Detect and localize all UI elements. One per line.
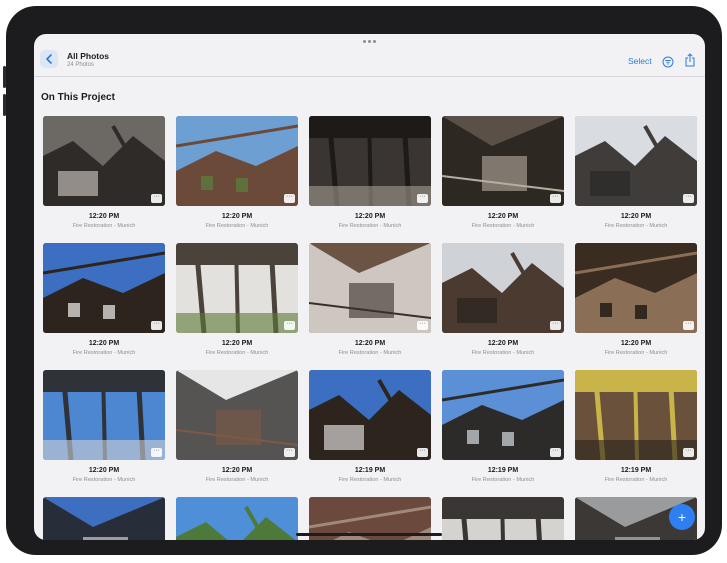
ipad-frame: All Photos 24 Photos Select On This Proj…: [3, 6, 722, 555]
photo-project: Fire Restoration - Munich: [471, 350, 535, 356]
photo-thumbnail[interactable]: ···: [176, 243, 298, 333]
photo-project: Fire Restoration - Munich: [72, 350, 136, 356]
photo-time: 12:20 PM: [487, 340, 519, 347]
more-options-icon[interactable]: ···: [683, 447, 694, 457]
photo-thumbnail[interactable]: ···: [176, 497, 298, 540]
photo-project: Fire Restoration - Munich: [205, 223, 269, 229]
photo-time: 12:19 PM: [354, 467, 386, 474]
photo-project: Fire Restoration - Munich: [471, 223, 535, 229]
more-options-icon[interactable]: ···: [550, 193, 561, 203]
photo-time: 12:19 PM: [487, 467, 519, 474]
home-indicator: [296, 533, 442, 536]
photo-thumbnail[interactable]: ···: [43, 116, 165, 206]
photo-project: Fire Restoration - Munich: [604, 477, 668, 483]
photo-thumbnail[interactable]: ···: [43, 243, 165, 333]
photo-time: 12:19 PM: [620, 467, 652, 474]
photo-project: Fire Restoration - Munich: [471, 477, 535, 483]
photo-time: 12:20 PM: [620, 213, 652, 220]
more-options-icon[interactable]: ···: [151, 447, 162, 457]
photo-project: Fire Restoration - Munich: [72, 477, 136, 483]
photo-project: Fire Restoration - Munich: [72, 223, 136, 229]
photo-thumbnail[interactable]: ···: [309, 116, 431, 206]
more-options-icon[interactable]: ···: [683, 193, 694, 203]
photo-thumbnail[interactable]: ···: [575, 370, 697, 460]
photo-thumbnail[interactable]: ···: [309, 370, 431, 460]
more-options-icon[interactable]: ···: [417, 320, 428, 330]
add-photo-button[interactable]: +: [669, 504, 695, 530]
photo-time: 12:20 PM: [88, 467, 120, 474]
photo-project: Fire Restoration - Munich: [205, 350, 269, 356]
more-options-icon[interactable]: ···: [550, 320, 561, 330]
more-options-icon[interactable]: ···: [151, 193, 162, 203]
photo-project: Fire Restoration - Munich: [338, 477, 402, 483]
photo-time: 12:20 PM: [221, 340, 253, 347]
more-options-icon[interactable]: ···: [683, 320, 694, 330]
photo-project: Fire Restoration - Munich: [604, 350, 668, 356]
photo-project: Fire Restoration - Munich: [205, 477, 269, 483]
photo-project: Fire Restoration - Munich: [604, 223, 668, 229]
photo-time: 12:20 PM: [620, 340, 652, 347]
more-options-icon[interactable]: ···: [151, 320, 162, 330]
photo-time: 12:20 PM: [88, 340, 120, 347]
photo-thumbnail[interactable]: ···: [43, 370, 165, 460]
volume-button: [3, 94, 6, 116]
more-options-icon[interactable]: ···: [550, 447, 561, 457]
screen: All Photos 24 Photos Select On This Proj…: [34, 34, 705, 540]
photo-thumbnail[interactable]: ···: [442, 116, 564, 206]
more-options-icon[interactable]: ···: [284, 193, 295, 203]
more-options-icon[interactable]: ···: [417, 447, 428, 457]
photo-thumbnail[interactable]: ···: [176, 116, 298, 206]
volume-button: [3, 66, 6, 88]
more-options-icon[interactable]: ···: [284, 320, 295, 330]
photo-thumbnail[interactable]: ···: [442, 497, 564, 540]
photo-time: 12:20 PM: [487, 213, 519, 220]
photo-thumbnail[interactable]: ···: [442, 370, 564, 460]
photo-thumbnail[interactable]: ···: [43, 497, 165, 540]
photo-thumbnail[interactable]: ···: [309, 243, 431, 333]
photo-thumbnail[interactable]: ···: [575, 243, 697, 333]
photo-time: 12:20 PM: [354, 340, 386, 347]
photo-thumbnail[interactable]: ···: [575, 116, 697, 206]
photo-grid: ··· 12:20 PM Fire Restoration - Munich ·…: [34, 34, 705, 540]
photo-thumbnail[interactable]: ···: [176, 370, 298, 460]
photo-time: 12:20 PM: [221, 467, 253, 474]
photo-time: 12:20 PM: [88, 213, 120, 220]
photo-time: 12:20 PM: [354, 213, 386, 220]
photo-project: Fire Restoration - Munich: [338, 223, 402, 229]
photo-thumbnail[interactable]: ···: [442, 243, 564, 333]
more-options-icon[interactable]: ···: [284, 447, 295, 457]
photo-project: Fire Restoration - Munich: [338, 350, 402, 356]
more-options-icon[interactable]: ···: [417, 193, 428, 203]
photo-time: 12:20 PM: [221, 213, 253, 220]
